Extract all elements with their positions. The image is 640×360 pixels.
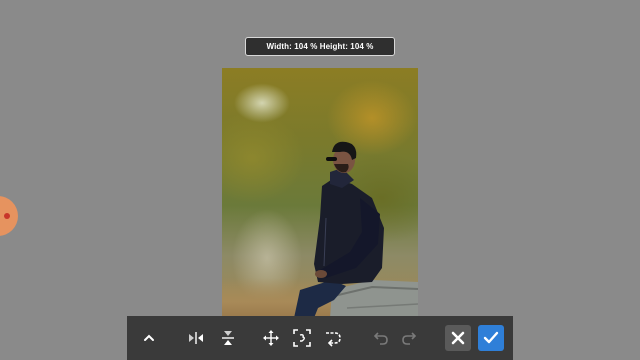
check-icon — [483, 331, 499, 344]
size-readout: Width: 104 % Height: 104 % — [245, 37, 395, 56]
person-figure — [294, 141, 418, 318]
undo-icon[interactable] — [368, 325, 394, 351]
apply-button[interactable] — [478, 325, 504, 351]
chevron-up-icon[interactable] — [136, 325, 162, 351]
cancel-button[interactable] — [445, 325, 471, 351]
close-icon — [451, 331, 465, 345]
handle-dot — [4, 213, 10, 219]
move-arrows-icon[interactable] — [258, 325, 284, 351]
flip-vertical-icon[interactable] — [215, 325, 241, 351]
rotate-icon[interactable] — [320, 325, 346, 351]
redo-icon[interactable] — [396, 325, 422, 351]
photo-layer[interactable] — [222, 68, 418, 318]
fit-frame-icon[interactable] — [289, 325, 315, 351]
side-panel-handle[interactable] — [0, 196, 18, 236]
editor-canvas: Width: 104 % Height: 104 % — [0, 0, 640, 360]
flip-horizontal-icon[interactable] — [183, 325, 209, 351]
transform-toolbar — [127, 316, 513, 360]
